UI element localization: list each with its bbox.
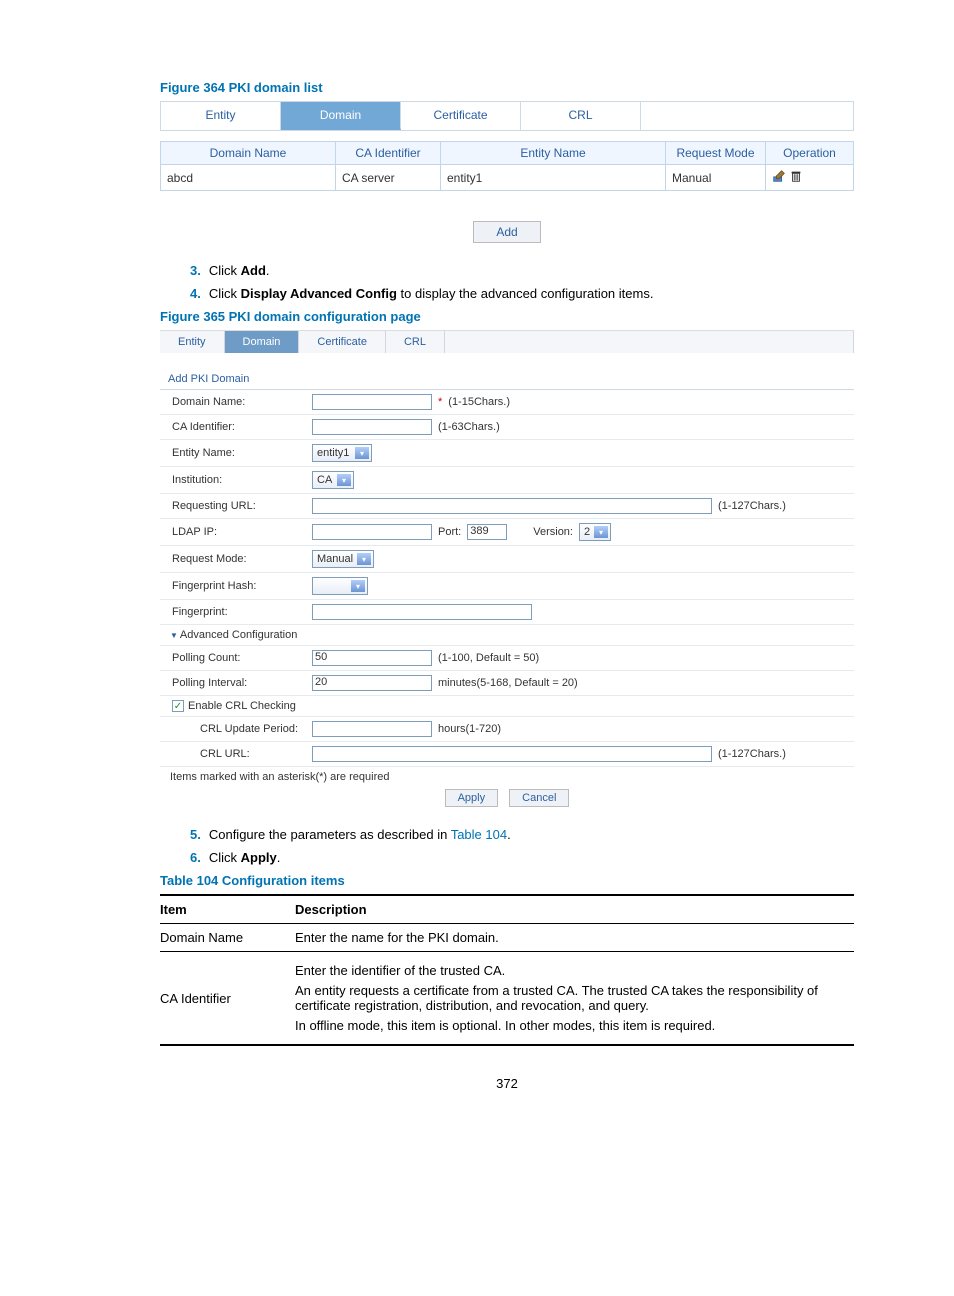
domain-list-table: Domain Name CA Identifier Entity Name Re… [160,141,854,191]
cell-ops [766,165,854,191]
crl-update-period-note: hours(1-720) [438,723,501,735]
ldap-ip-label: LDAP IP: [172,526,312,538]
chevron-down-icon: ▾ [355,447,369,459]
asterisk-note: Items marked with an asterisk(*) are req… [160,767,854,789]
fingerprint-label: Fingerprint: [172,606,312,618]
cancel-button[interactable]: Cancel [509,789,569,807]
crl-url-input[interactable] [312,746,712,762]
polling-count-note: (1-100, Default = 50) [438,652,539,664]
fingerprint-hash-select[interactable]: ▾ [312,577,368,595]
fingerprint-input[interactable] [312,604,532,620]
cfg-tab-entity[interactable]: Entity [160,331,225,353]
tab-domain[interactable]: Domain [281,102,401,130]
polling-count-input[interactable]: 50 [312,650,432,666]
required-mark: * [438,396,442,408]
table-row: abcd CA server entity1 Manual [161,165,854,191]
polling-interval-note: minutes(5-168, Default = 20) [438,677,578,689]
edit-icon[interactable] [772,172,786,186]
crl-update-period-input[interactable] [312,721,432,737]
pki-tabs: Entity Domain Certificate CRL [160,101,854,131]
version-label: Version: [533,526,573,538]
polling-interval-input[interactable]: 20 [312,675,432,691]
add-pki-domain-heading: Add PKI Domain [168,373,854,385]
crl-url-label: CRL URL: [172,748,312,760]
requesting-url-input[interactable] [312,498,712,514]
port-input[interactable]: 389 [467,524,507,540]
col-operation: Operation [766,142,854,165]
cell-ca: CA server [336,165,441,191]
cell-mode: Manual [666,165,766,191]
enable-crl-label: Enable CRL Checking [188,700,296,712]
ca-identifier-input[interactable] [312,419,432,435]
col-entity-name: Entity Name [441,142,666,165]
step-5: 5.Configure the parameters as described … [190,827,854,842]
step-6: 6.Click Apply. [190,850,854,865]
port-label: Port: [438,526,461,538]
table-104-title: Table 104 Configuration items [160,873,854,888]
config-items-table: Item Description Domain Name Enter the n… [160,894,854,1046]
row1-desc: Enter the name for the PKI domain. [295,924,854,952]
tab-crl[interactable]: CRL [521,102,641,130]
ca-identifier-note: (1-63Chars.) [438,421,500,433]
domain-name-label: Domain Name: [172,396,312,408]
row2-item: CA Identifier [160,952,295,1046]
pki-config-form: Entity Domain Certificate CRL Add PKI Do… [160,330,854,807]
cell-entity: entity1 [441,165,666,191]
advanced-config-toggle[interactable]: ▼Advanced Configuration [160,625,854,646]
fingerprint-hash-label: Fingerprint Hash: [172,580,312,592]
requesting-url-note: (1-127Chars.) [718,500,786,512]
figure-364-title: Figure 364 PKI domain list [160,80,854,95]
cfg-tab-certificate[interactable]: Certificate [299,331,386,353]
request-mode-select[interactable]: Manual▾ [312,550,374,568]
cfg-tab-domain[interactable]: Domain [225,331,300,353]
cfg-tab-filler [445,331,854,353]
polling-interval-label: Polling Interval: [172,677,312,689]
institution-select[interactable]: CA▾ [312,471,354,489]
apply-button[interactable]: Apply [445,789,499,807]
crl-url-note: (1-127Chars.) [718,748,786,760]
figure-365-title: Figure 365 PKI domain configuration page [160,309,854,324]
tab-entity[interactable]: Entity [161,102,281,130]
table-104-link[interactable]: Table 104 [451,827,507,842]
delete-icon[interactable] [789,172,803,186]
domain-name-input[interactable] [312,394,432,410]
cell-domain: abcd [161,165,336,191]
page-number: 372 [160,1076,854,1091]
polling-count-label: Polling Count: [172,652,312,664]
entity-name-label: Entity Name: [172,447,312,459]
chevron-down-icon: ▾ [594,526,608,538]
header-item: Item [160,895,295,924]
header-description: Description [295,895,854,924]
request-mode-label: Request Mode: [172,553,312,565]
enable-crl-checkbox[interactable]: ✓ [172,700,184,712]
tab-filler [641,102,853,130]
institution-label: Institution: [172,474,312,486]
add-button[interactable]: Add [473,221,540,243]
chevron-down-icon: ▾ [337,474,351,486]
chevron-down-icon: ▾ [357,553,371,565]
col-ca-identifier: CA Identifier [336,142,441,165]
tab-certificate[interactable]: Certificate [401,102,521,130]
ca-identifier-label: CA Identifier: [172,421,312,433]
col-domain-name: Domain Name [161,142,336,165]
domain-name-note: (1-15Chars.) [448,396,510,408]
row2-desc: Enter the identifier of the trusted CA. … [295,952,854,1046]
step-3: 3.Click Add. [190,263,854,278]
cfg-tab-crl[interactable]: CRL [386,331,445,353]
col-request-mode: Request Mode [666,142,766,165]
requesting-url-label: Requesting URL: [172,500,312,512]
config-tabs: Entity Domain Certificate CRL [160,331,854,353]
entity-name-select[interactable]: entity1▾ [312,444,372,462]
chevron-down-icon: ▾ [351,580,365,592]
step-4: 4.Click Display Advanced Config to displ… [190,286,854,301]
crl-update-period-label: CRL Update Period: [172,723,312,735]
chevron-down-icon: ▼ [170,631,178,640]
version-select[interactable]: 2▾ [579,523,611,541]
ldap-ip-input[interactable] [312,524,432,540]
row1-item: Domain Name [160,924,295,952]
